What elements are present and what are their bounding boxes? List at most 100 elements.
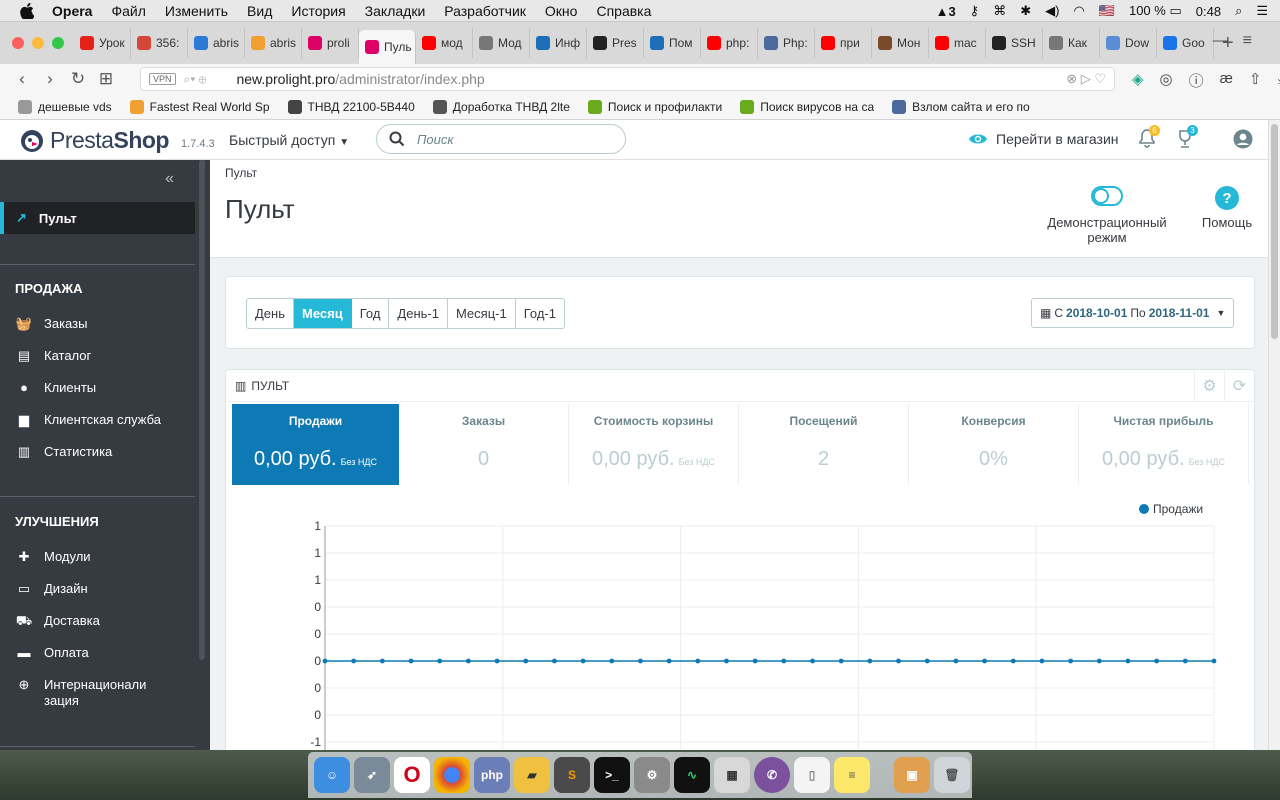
browser-tab[interactable]: Как bbox=[1043, 28, 1100, 58]
opera-icon[interactable]: O bbox=[394, 757, 430, 793]
browser-tab[interactable]: Php: bbox=[758, 28, 815, 58]
browser-tab[interactable]: при bbox=[815, 28, 872, 58]
browser-tab[interactable]: proli bbox=[302, 28, 359, 58]
wifi-icon[interactable]: ◠ bbox=[1073, 3, 1084, 19]
settings-icon[interactable]: ⚙ bbox=[1194, 370, 1224, 402]
forward-icon[interactable]: › bbox=[36, 69, 64, 89]
url-actions-icon[interactable]: ⊗ ▷ ♡ bbox=[1066, 71, 1106, 87]
sidebar-item-catalog[interactable]: ▤ Каталог bbox=[15, 348, 185, 364]
browser-tab[interactable]: Мон bbox=[872, 28, 929, 58]
browser-tab[interactable]: 356: bbox=[131, 28, 188, 58]
menu-view[interactable]: Вид bbox=[247, 3, 272, 19]
browser-tab[interactable]: Урок bbox=[74, 28, 131, 58]
page-scrollbar-thumb[interactable] bbox=[1271, 124, 1278, 339]
clock[interactable]: 0:48 bbox=[1196, 4, 1221, 19]
browser-tab[interactable]: abris bbox=[245, 28, 302, 58]
extension-icon[interactable]: ◈ bbox=[1132, 70, 1144, 91]
browser-tab[interactable]: Goo bbox=[1157, 28, 1214, 58]
period-button[interactable]: День bbox=[247, 299, 294, 328]
ae-icon[interactable]: æ bbox=[1220, 70, 1233, 91]
sublime-text-icon[interactable]: S bbox=[554, 757, 590, 793]
sidebar-item-shipping[interactable]: ⛟ Доставка bbox=[15, 613, 185, 629]
bookmark-item[interactable]: Поиск и профилакти bbox=[587, 99, 722, 114]
input-flag[interactable]: 🇺🇸 bbox=[1099, 3, 1115, 19]
sidebar-item-payment[interactable]: ▬ Оплата bbox=[15, 645, 185, 661]
phpstorm-icon[interactable]: php bbox=[474, 757, 510, 793]
transmit-icon[interactable]: ▰ bbox=[514, 757, 550, 793]
minimize-window-button[interactable] bbox=[32, 37, 44, 49]
chart-legend[interactable]: Продажи bbox=[1139, 502, 1203, 516]
menu-help[interactable]: Справка bbox=[596, 3, 651, 19]
search-icon[interactable] bbox=[389, 131, 405, 147]
battery-status[interactable]: 100 % ▭ bbox=[1129, 3, 1182, 19]
launchpad-icon[interactable]: ➶ bbox=[354, 757, 390, 793]
url-text[interactable]: new.prolight.pro/administrator/index.php bbox=[236, 71, 484, 87]
page-scrollbar[interactable] bbox=[1268, 120, 1280, 750]
menu-file[interactable]: Файл bbox=[111, 3, 145, 19]
bookmark-item[interactable]: дешевые vds bbox=[18, 99, 112, 114]
spotlight-icon[interactable]: ⌕ bbox=[1235, 3, 1242, 19]
trash-icon[interactable]: 🗑 bbox=[934, 757, 970, 793]
viber-icon[interactable]: ✆ bbox=[754, 757, 790, 793]
browser-tab[interactable]: Инф bbox=[530, 28, 587, 58]
sidebar-item-stats[interactable]: ▥ Статистика bbox=[15, 444, 185, 460]
reload-icon[interactable]: ↻ bbox=[64, 69, 92, 89]
menu-bookmarks[interactable]: Закладки bbox=[365, 3, 426, 19]
date-range-picker[interactable]: ▦ С 2018-10-01 По 2018-11-01 ▼ bbox=[1031, 298, 1235, 328]
period-button[interactable]: Месяц-1 bbox=[448, 299, 516, 328]
menu-edit[interactable]: Изменить bbox=[165, 3, 228, 19]
browser-tab[interactable]: Мод bbox=[473, 28, 530, 58]
period-button[interactable]: День-1 bbox=[389, 299, 448, 328]
activity-monitor-icon[interactable]: ∿ bbox=[674, 757, 710, 793]
sidebar-item-dashboard[interactable]: ↗ Пульт bbox=[0, 202, 195, 234]
admin-search[interactable]: Поиск bbox=[376, 124, 626, 154]
period-button[interactable]: Месяц bbox=[294, 299, 352, 328]
period-button[interactable]: Год-1 bbox=[516, 299, 564, 328]
kpi-tile[interactable]: Стоимость корзины 0,00 руб. Без НДС bbox=[569, 404, 739, 485]
textedit-icon[interactable]: ▯ bbox=[794, 757, 830, 793]
apple-icon[interactable] bbox=[20, 2, 35, 21]
menu-developer[interactable]: Разработчик bbox=[444, 3, 526, 19]
trophy-button[interactable]: 3 bbox=[1176, 125, 1198, 152]
sidebar-item-customer-service[interactable]: ▆ Клиентская служба bbox=[15, 412, 185, 428]
bluetooth-icon[interactable]: ✱ bbox=[1020, 3, 1031, 19]
browser-tab[interactable]: Dow bbox=[1100, 28, 1157, 58]
kpi-tile[interactable]: Чистая прибыль 0,00 руб. Без НДС bbox=[1079, 404, 1249, 485]
close-window-button[interactable] bbox=[12, 37, 24, 49]
bookmark-item[interactable]: ТНВД 22100-5В440 bbox=[287, 99, 415, 114]
adobe-icon[interactable]: ▲3 bbox=[936, 4, 956, 19]
turbo-icon[interactable]: ◎ bbox=[1160, 70, 1173, 91]
zoom-window-button[interactable] bbox=[52, 37, 64, 49]
kpi-tile[interactable]: Конверсия 0% bbox=[909, 404, 1079, 485]
browser-tab[interactable]: мод bbox=[416, 28, 473, 58]
volume-icon[interactable]: ◀) bbox=[1045, 3, 1059, 19]
share-icon[interactable]: ⇧ bbox=[1249, 70, 1262, 91]
menu-history[interactable]: История bbox=[291, 3, 345, 19]
kpi-tile[interactable]: Продажи 0,00 руб. Без НДС bbox=[232, 404, 399, 485]
breadcrumb[interactable]: Пульт bbox=[225, 166, 257, 180]
archive-icon[interactable]: ▣ bbox=[894, 757, 930, 793]
help-button[interactable]: ? Помощь bbox=[1198, 186, 1256, 230]
sidebar-item-orders[interactable]: 🧺 Заказы bbox=[15, 316, 185, 332]
bookmark-item[interactable]: Fastest Real World Sp bbox=[129, 99, 270, 114]
quick-access-dropdown[interactable]: Быстрый доступ ▼ bbox=[229, 132, 349, 148]
command-icon[interactable]: ⌘ bbox=[993, 3, 1006, 19]
browser-tab[interactable]: abris bbox=[188, 28, 245, 58]
browser-tab[interactable]: php: bbox=[701, 28, 758, 58]
bookmark-item[interactable]: Взлом сайта и его по bbox=[892, 99, 1030, 114]
demo-mode-toggle[interactable]: Демонстрационный режим bbox=[1026, 186, 1188, 245]
visit-store-link[interactable]: Перейти в магазин bbox=[968, 131, 1119, 147]
bookmark-item[interactable]: Доработка ТНВД 2lte bbox=[432, 99, 570, 114]
notification-center-icon[interactable]: ☰ bbox=[1256, 3, 1268, 19]
tab-grid-icon[interactable]: ⊞ bbox=[92, 69, 120, 89]
notifications-button[interactable]: 6 bbox=[1138, 125, 1160, 152]
sidebar-scrollbar[interactable] bbox=[199, 160, 205, 660]
sidebar-item-customers[interactable]: ● Клиенты bbox=[15, 380, 185, 396]
bookmark-item[interactable]: Поиск вирусов на са bbox=[740, 99, 874, 114]
browser-tab[interactable]: Пуль bbox=[359, 30, 416, 64]
back-icon[interactable]: ‹ bbox=[8, 69, 36, 89]
key-icon[interactable]: ⚷ bbox=[970, 3, 980, 19]
period-button[interactable]: Год bbox=[352, 299, 390, 328]
address-field[interactable]: VPN ⌕▾ ⊕ new.prolight.pro/administrator/… bbox=[140, 67, 1115, 91]
kpi-tile[interactable]: Посещений 2 bbox=[739, 404, 909, 485]
